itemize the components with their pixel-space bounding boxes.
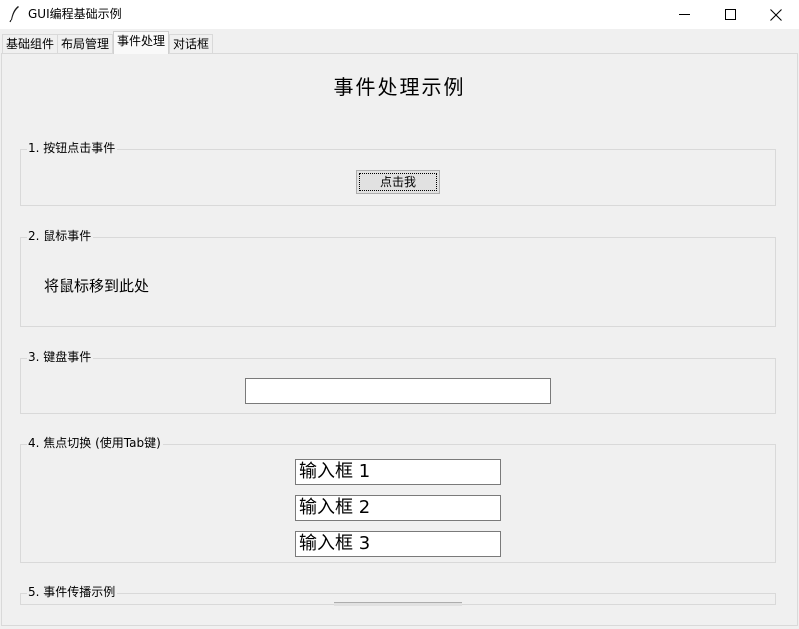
page-title: 事件处理示例 [333, 75, 466, 99]
click-me-button[interactable]: 点击我 [356, 170, 440, 194]
focus-input-3[interactable]: 输入框 3 [295, 531, 501, 557]
tab-layout[interactable]: 布局管理 [57, 34, 114, 54]
keyboard-event-frame-label: 3. 键盘事件 [27, 349, 94, 365]
tab-basic-widgets[interactable]: 基础组件 [2, 34, 59, 54]
focus-input-1[interactable]: 输入框 1 [295, 459, 501, 485]
mouse-hover-area[interactable]: 将鼠标移到此处 [44, 276, 149, 296]
keyboard-event-frame: 3. 键盘事件 [20, 349, 776, 414]
propagation-frame-label: 5. 事件传播示例 [27, 584, 118, 600]
propagation-frame: 5. 事件传播示例 [20, 584, 776, 606]
minimize-icon [678, 9, 690, 20]
close-icon [770, 8, 782, 21]
focus-input-2[interactable]: 输入框 2 [295, 495, 501, 521]
close-button[interactable] [753, 0, 799, 29]
feather-icon [7, 5, 23, 23]
title-bar[interactable]: GUI编程基础示例 [0, 0, 799, 29]
tab-events[interactable]: 事件处理 [113, 31, 170, 54]
mouse-event-frame[interactable]: 2. 鼠标事件 将鼠标移到此处 [20, 228, 776, 327]
mouse-event-frame-label: 2. 鼠标事件 [27, 228, 94, 244]
tab-bar: 基础组件 布局管理 事件处理 对话框 [0, 29, 799, 54]
window-title: GUI编程基础示例 [28, 7, 122, 21]
click-event-frame: 1. 按钮点击事件 点击我 [20, 140, 776, 206]
propagation-widget[interactable] [334, 602, 462, 606]
focus-switch-frame: 4. 焦点切换 (使用Tab键) 输入框 1 输入框 2 输入框 3 [20, 435, 776, 563]
tab-dialogs[interactable]: 对话框 [169, 34, 214, 54]
app-window: GUI编程基础示例 基础组件 布局管理 事件处理 对话框 事件处理示例 1. 按… [0, 0, 799, 629]
maximize-button[interactable] [707, 0, 753, 29]
click-event-frame-label: 1. 按钮点击事件 [27, 140, 118, 156]
keyboard-input[interactable] [245, 378, 551, 404]
focus-switch-frame-label: 4. 焦点切换 (使用Tab键) [27, 435, 163, 451]
maximize-icon [724, 9, 736, 20]
minimize-button[interactable] [661, 0, 707, 29]
